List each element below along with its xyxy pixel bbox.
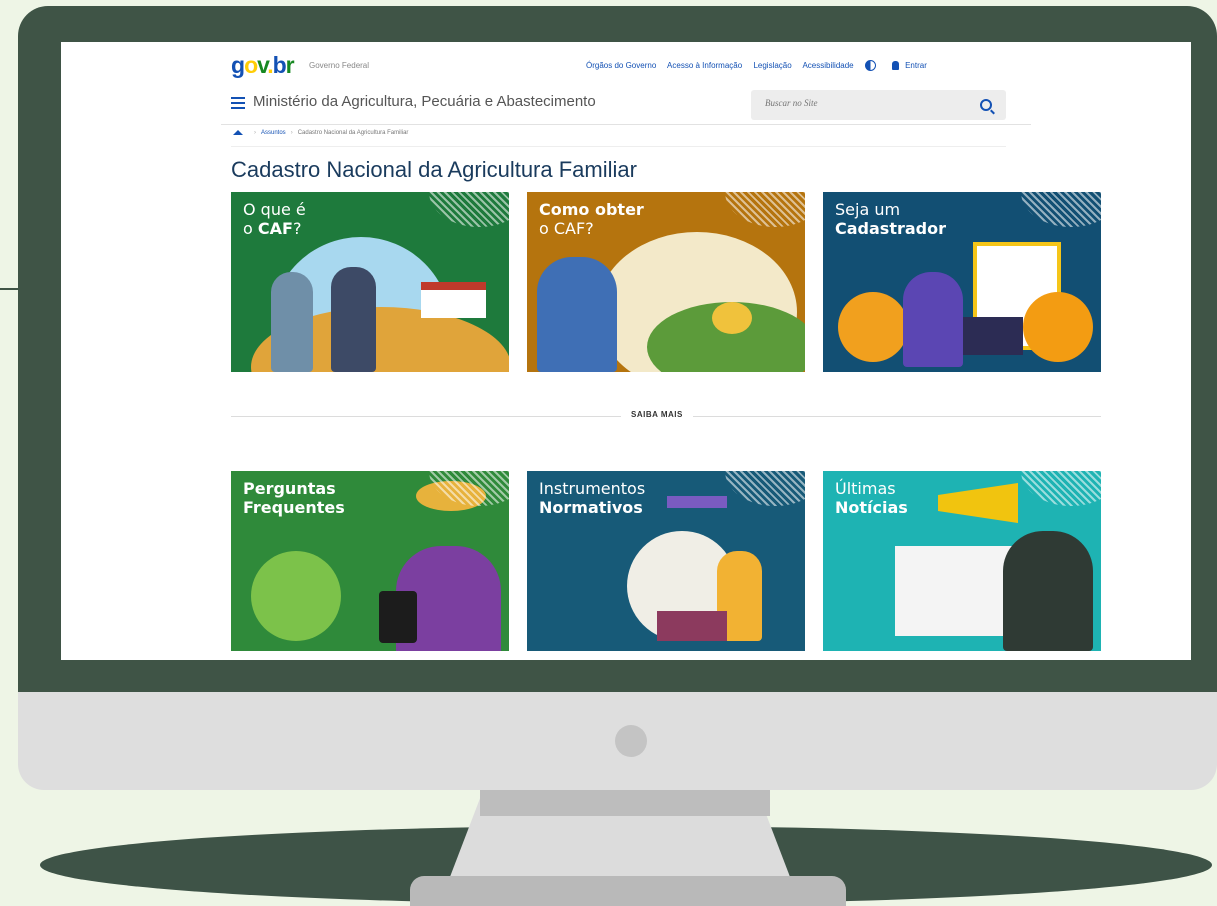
- link-orgaos[interactable]: Órgãos do Governo: [586, 61, 656, 70]
- search-input[interactable]: [765, 98, 965, 108]
- monitor-stand-joint: [480, 790, 770, 816]
- card-title: Como obter o CAF?: [539, 200, 644, 238]
- farmer-illustration: [271, 272, 313, 372]
- farmer-illustration: [331, 267, 376, 372]
- laptop-illustration: [963, 317, 1023, 355]
- login-label: Entrar: [905, 60, 927, 70]
- menu-icon[interactable]: [231, 97, 245, 109]
- tablet-illustration: [379, 591, 417, 643]
- contrast-icon[interactable]: [864, 60, 876, 71]
- decorative-pattern: [725, 192, 805, 227]
- link-acesso-informacao[interactable]: Acesso à Informação: [667, 61, 742, 70]
- card-perguntas-frequentes[interactable]: Perguntas Frequentes: [231, 471, 509, 651]
- newspaper-illustration: [895, 546, 1015, 636]
- decorative-pattern: [1021, 192, 1101, 227]
- monitor-stand-foot: [410, 876, 846, 906]
- card-title: Perguntas Frequentes: [243, 479, 345, 517]
- login-button[interactable]: Entrar: [892, 61, 936, 70]
- top-links: Órgãos do Governo Acesso à Informação Le…: [586, 60, 945, 71]
- gov-header: gov.br Governo Federal Órgãos do Governo…: [231, 52, 1006, 82]
- search-icon[interactable]: [980, 99, 992, 111]
- home-icon[interactable]: [233, 130, 243, 135]
- search-box: [751, 90, 1006, 120]
- card-seja-cadastrador[interactable]: Seja um Cadastrador: [823, 192, 1101, 372]
- breadcrumb: › Assuntos › Cadastro Nacional da Agricultu…: [233, 130, 408, 136]
- decorative-pattern: [429, 192, 509, 227]
- page-title: Cadastro Nacional da Agricultura Familia…: [231, 157, 637, 182]
- farmhouse-illustration: [421, 282, 486, 318]
- saiba-mais-label: SAIBA MAIS: [621, 410, 693, 419]
- link-acessibilidade[interactable]: Acessibilidade: [802, 61, 853, 70]
- chicken-illustration: [712, 302, 752, 334]
- scale-beam-illustration: [667, 496, 727, 508]
- card-o-que-e-caf[interactable]: O que é o CAF?: [231, 192, 509, 372]
- govbr-logo[interactable]: gov.br: [231, 52, 295, 79]
- man-with-megaphone-illustration: [1003, 531, 1093, 651]
- decorative-pattern: [1021, 471, 1101, 506]
- decorative-pattern: [725, 471, 805, 506]
- card-title: Instrumentos Normativos: [539, 479, 646, 517]
- browser-screen: gov.br Governo Federal Órgãos do Governo…: [61, 42, 1191, 660]
- breadcrumb-divider: [231, 146, 1006, 147]
- leaf-illustration: [1023, 292, 1093, 362]
- card-instrumentos-normativos[interactable]: Instrumentos Normativos: [527, 471, 805, 651]
- link-legislacao[interactable]: Legislação: [753, 61, 791, 70]
- card-title: O que é o CAF?: [243, 200, 306, 238]
- user-icon: [892, 61, 900, 70]
- card-title: Últimas Notícias: [835, 479, 908, 517]
- farmer-illustration: [537, 257, 617, 372]
- gov-label: Governo Federal: [309, 61, 370, 70]
- leaf-illustration: [251, 551, 341, 641]
- card-title: Seja um Cadastrador: [835, 200, 946, 238]
- card-ultimas-noticias[interactable]: Últimas Notícias: [823, 471, 1101, 651]
- books-illustration: [657, 611, 727, 641]
- ministry-name[interactable]: Ministério da Agricultura, Pecuária e Ab…: [253, 93, 596, 110]
- power-button-icon: [615, 725, 647, 757]
- cadastrador-person-illustration: [903, 272, 963, 367]
- megaphone-illustration: [938, 483, 1018, 523]
- breadcrumb-current: Cadastro Nacional da Agricultura Familia…: [297, 130, 409, 137]
- header-divider: [221, 124, 1031, 125]
- ministry-bar: Ministério da Agricultura, Pecuária e Ab…: [231, 90, 1006, 120]
- leaf-illustration: [838, 292, 908, 362]
- card-como-obter-caf[interactable]: Como obter o CAF?: [527, 192, 805, 372]
- breadcrumb-assuntos[interactable]: Assuntos: [261, 130, 286, 136]
